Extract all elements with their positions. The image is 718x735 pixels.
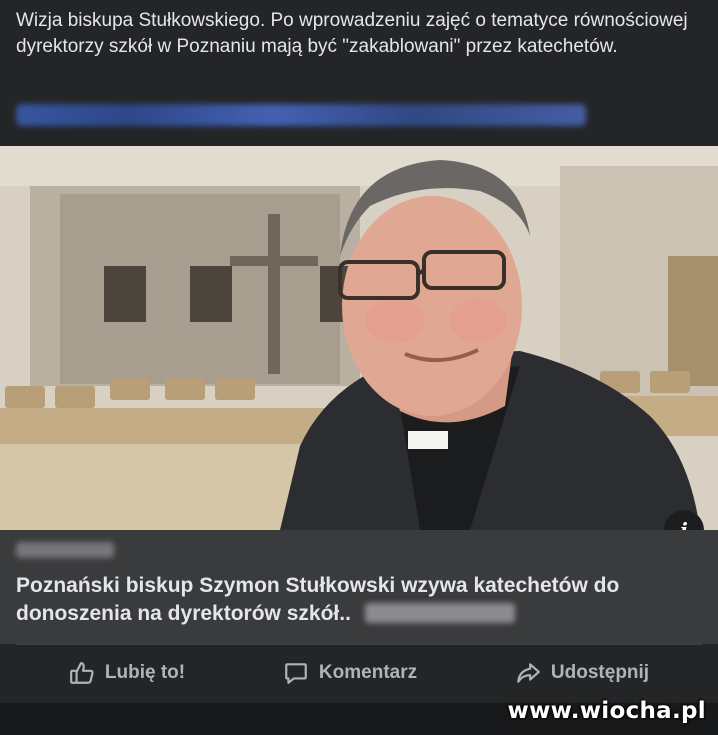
like-label: Lubię to! bbox=[104, 662, 186, 683]
link-headline[interactable]: Poznański biskup Szymon Stułkowski wzywa… bbox=[16, 572, 696, 628]
link-preview-card[interactable]: Poznański biskup Szymon Stułkowski wzywa… bbox=[0, 530, 718, 644]
post-actions: Lubię to! Komentarz Udostępnij bbox=[0, 645, 718, 701]
share-icon bbox=[517, 663, 540, 683]
share-label: Udostępnij bbox=[550, 662, 650, 683]
thumbs-up-icon bbox=[69, 662, 94, 684]
post-text: Wizja biskupa Stułkowskiego. Po wprowadz… bbox=[16, 10, 688, 57]
headline-redacted bbox=[364, 603, 515, 623]
comment-label: Komentarz bbox=[318, 662, 418, 683]
comment-button[interactable]: Komentarz bbox=[283, 660, 417, 686]
blurred-link[interactable] bbox=[16, 104, 586, 126]
watermark: www.wiocha.pl bbox=[507, 698, 706, 724]
post-photo[interactable] bbox=[0, 146, 718, 530]
link-domain-redacted bbox=[16, 542, 114, 558]
comment-icon bbox=[285, 663, 307, 684]
share-button[interactable]: Udostępnij bbox=[515, 660, 649, 686]
like-button[interactable]: Lubię to! bbox=[69, 660, 185, 686]
